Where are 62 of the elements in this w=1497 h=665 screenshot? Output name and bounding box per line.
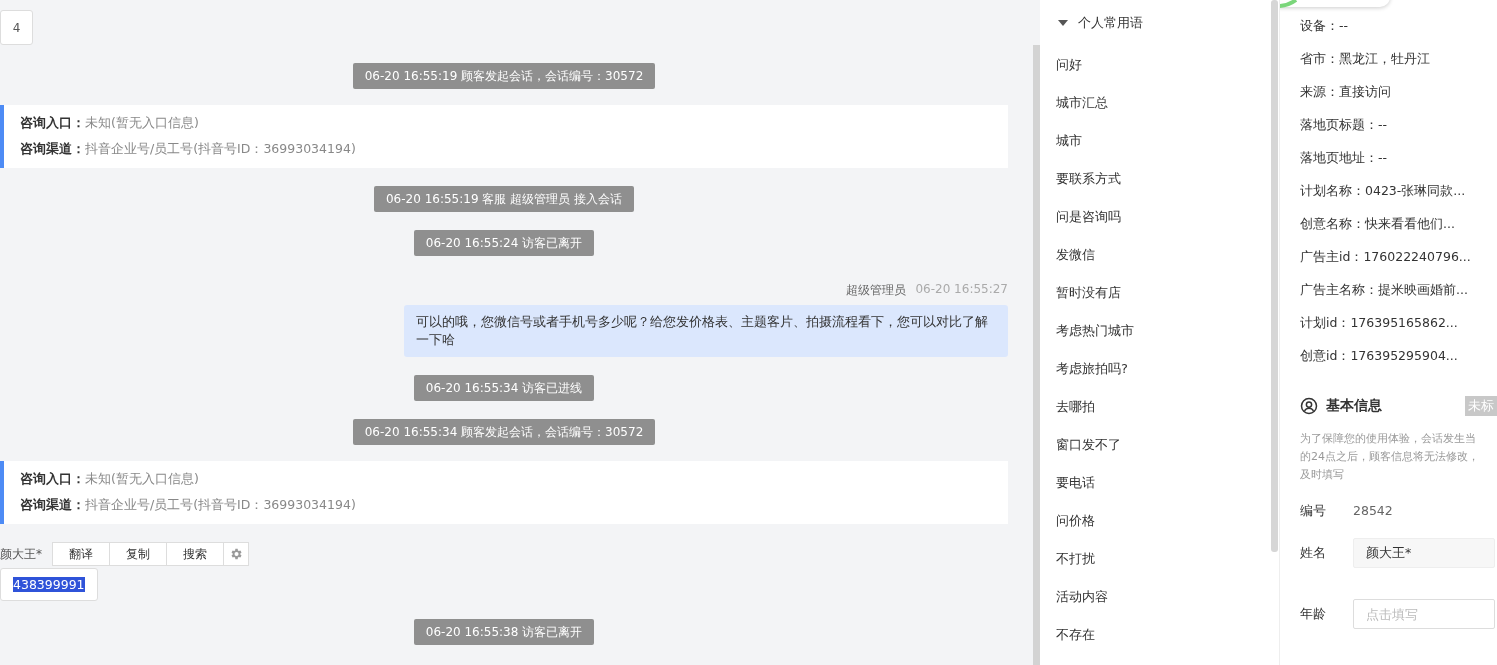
info-label: 咨询入口： xyxy=(20,115,85,130)
age-field[interactable]: 点击填写 xyxy=(1353,599,1495,629)
message-text: 438399991 xyxy=(13,577,85,592)
visitor-info-field: 创意id：176395295904... xyxy=(1300,339,1458,372)
notice-text: 为了保障您的使用体验，会话发生当 xyxy=(1300,431,1476,447)
field-label: 姓名 xyxy=(1300,544,1327,562)
system-message: 06-20 16:55:38 访客已离开 xyxy=(413,619,595,645)
phrase-group-title: 个人常用语 xyxy=(1078,14,1143,32)
phrase-item[interactable]: 不存在 xyxy=(1056,616,1095,654)
visitor-info-field: 落地页标题：-- xyxy=(1300,108,1388,141)
info-value: 未知(暂无入口信息) xyxy=(85,471,199,486)
sender-name: 颜大王* xyxy=(0,545,42,563)
visitor-info-field: 省市：黑龙江，牡丹江 xyxy=(1300,42,1430,75)
phrase-item[interactable]: 要电话 xyxy=(1056,464,1095,502)
system-message: 06-20 16:55:19 客服 超级管理员 接入会话 xyxy=(374,186,634,212)
phrase-item[interactable]: 城市汇总 xyxy=(1056,84,1108,122)
phrase-item[interactable]: 要联系方式 xyxy=(1056,160,1121,198)
visitor-info-field: 落地页地址：-- xyxy=(1300,141,1388,174)
message-time: 06-20 16:55:27 xyxy=(915,282,1008,298)
phrase-group-header[interactable]: 个人常用语 xyxy=(1056,0,1143,46)
info-label: 咨询渠道： xyxy=(20,497,85,512)
section-title: 基本信息 xyxy=(1326,397,1382,415)
phrase-item[interactable]: 发微信 xyxy=(1056,236,1095,274)
message-bubble: 可以的哦，您微信号或者手机号多少呢？给您发价格表、主题客片、拍摄流程看下，您可以对比了解一下哈 xyxy=(404,305,1008,357)
visitor-info-field: 创意名称：快来看看他们... xyxy=(1300,207,1455,240)
info-label: 咨询入口： xyxy=(20,471,85,486)
system-message: 06-20 16:55:34 顾客发起会话，会话编号：30572 xyxy=(352,419,656,445)
system-message: 06-20 16:55:19 顾客发起会话，会话编号：30572 xyxy=(352,63,656,89)
info-value: 未知(暂无入口信息) xyxy=(85,115,199,130)
phrase-item[interactable]: 暂时没有店 xyxy=(1056,274,1121,312)
notice-text: 的24点之后，顾客信息将无法修改， xyxy=(1300,449,1479,465)
phrase-item[interactable]: 问好 xyxy=(1056,46,1082,84)
user-circle-icon xyxy=(1300,397,1318,415)
phrase-item[interactable]: 考虑热门城市 xyxy=(1056,312,1134,350)
field-label: 编号 xyxy=(1300,502,1327,520)
phrase-item[interactable]: 问是咨询吗 xyxy=(1056,198,1121,236)
scrollbar-thumb[interactable] xyxy=(1033,45,1040,665)
phrase-item[interactable]: 活动内容 xyxy=(1056,578,1108,616)
phrase-item[interactable]: 考虑旅拍吗? xyxy=(1056,350,1128,388)
phrase-item[interactable]: 问价格 xyxy=(1056,502,1095,540)
phrase-item[interactable]: 去哪拍 xyxy=(1056,388,1095,426)
visitor-info-field: 计划名称：0423-张琳同款... xyxy=(1300,174,1466,207)
visitor-info-field: 计划id：176395165862... xyxy=(1300,306,1458,339)
visitor-info-field: 广告主名称：提米映画婚前... xyxy=(1300,273,1468,306)
name-field[interactable]: 颜大王* xyxy=(1353,538,1495,568)
info-value: 抖音企业号/员工号(抖音号ID：36993034194) xyxy=(85,141,356,156)
system-message: 06-20 16:55:24 访客已离开 xyxy=(413,230,595,256)
system-message: 06-20 16:55:34 访客已进线 xyxy=(413,375,595,401)
phrase-item[interactable]: 窗口发不了 xyxy=(1056,426,1121,464)
field-value: 28542 xyxy=(1353,502,1393,520)
info-label: 咨询渠道： xyxy=(20,141,85,156)
visitor-info-field: 广告主id：176022240796... xyxy=(1300,240,1471,273)
phrase-item[interactable]: 城市 xyxy=(1056,122,1082,160)
page-number-button[interactable]: 4 xyxy=(0,10,33,45)
sender-name: 超级管理员 xyxy=(846,282,907,299)
field-label: 年龄 xyxy=(1300,605,1327,623)
info-value: 抖音企业号/员工号(抖音号ID：36993034194) xyxy=(85,497,356,512)
phrase-item[interactable]: 不打扰 xyxy=(1056,540,1095,578)
notice-text: 及时填写 xyxy=(1300,467,1344,483)
visitor-info-field: 来源：直接访问 xyxy=(1300,75,1391,108)
scrollbar-thumb[interactable] xyxy=(1271,0,1278,552)
visitor-info-field: 设备：-- xyxy=(1300,9,1349,42)
